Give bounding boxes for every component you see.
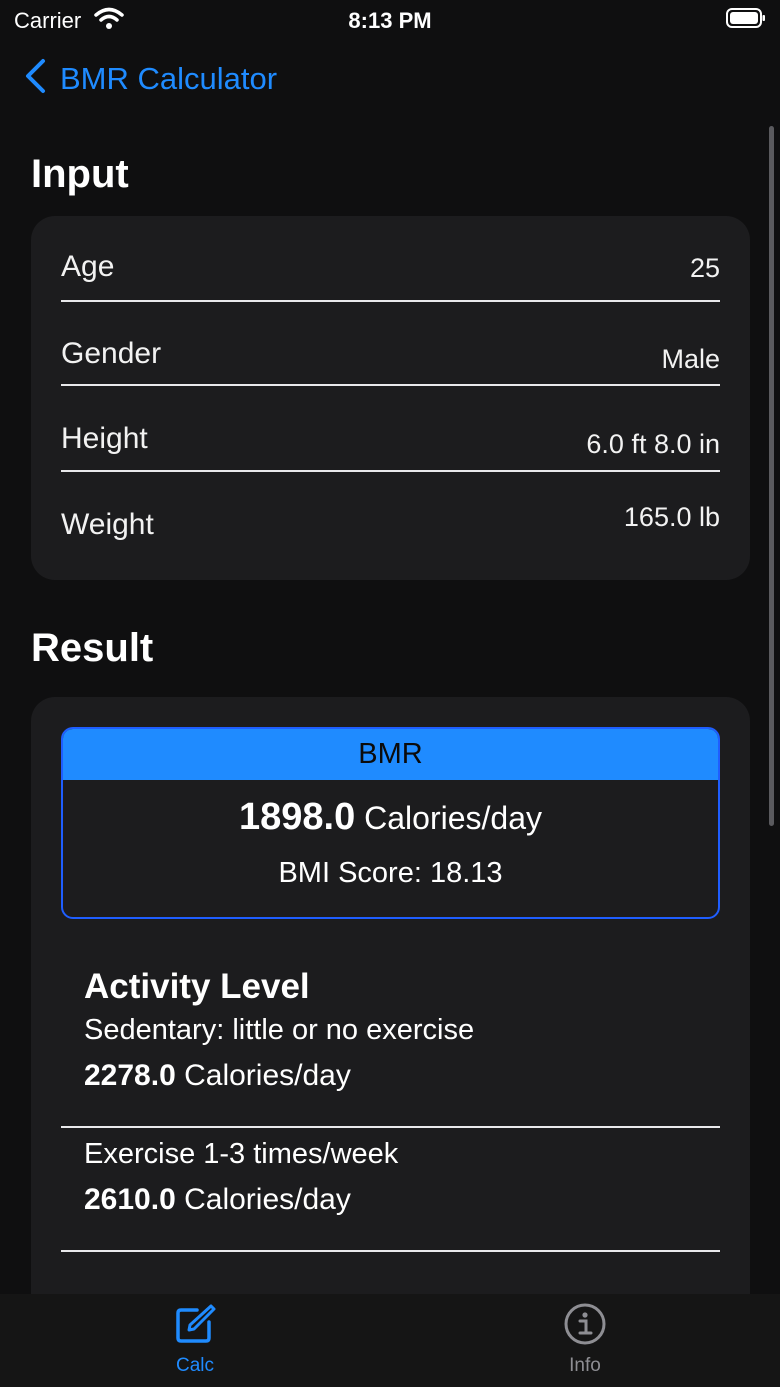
activity-item: Exercise 1-3 times/week 2610.0 Calories/… [61,1128,720,1252]
tab-calc[interactable]: Calc [135,1302,255,1377]
activity-value-line: 2278.0 Calories/day [84,1059,351,1093]
result-section-title: Result [31,626,154,670]
input-card: Age 25 Gender Male Height 6.0 ft 8.0 in … [31,216,750,580]
gender-row[interactable]: Gender Male [61,302,720,386]
age-label: Age [61,250,115,283]
battery-icon [726,8,766,28]
age-value: 25 [689,253,720,283]
gender-label: Gender [61,337,162,370]
chevron-left-icon [24,58,46,99]
tab-bar: Calc Info [0,1294,780,1387]
tab-info[interactable]: Info [525,1302,645,1377]
clock: 8:13 PM [348,8,432,33]
weight-value: 165.0 lb [623,502,720,532]
info-icon [563,1303,607,1350]
activity-label: Exercise 1-3 times/week [84,1138,399,1170]
age-row[interactable]: Age 25 [61,216,720,302]
activity-level-title: Activity Level [84,967,310,1006]
weight-label: Weight [61,508,154,541]
bmr-value-line: 1898.0 Calories/day [63,796,718,839]
bmr-header: BMR [63,729,718,780]
height-row[interactable]: Height 6.0 ft 8.0 in [61,386,720,472]
activity-unit: Calories/day [184,1059,351,1092]
input-section-title: Input [31,152,129,196]
activity-value-line: 2610.0 Calories/day [84,1183,351,1217]
activity-label: Sedentary: little or no exercise [84,1014,475,1046]
height-label: Height [61,422,148,455]
activity-item: Sedentary: little or no exercise 2278.0 … [61,1004,720,1128]
back-button-label: BMR Calculator [60,60,278,96]
bmr-box: BMR 1898.0 Calories/day BMI Score: 18.13 [61,727,720,919]
status-bar: Carrier 8:13 PM [0,0,780,44]
gender-value: Male [661,344,720,374]
height-value: 6.0 ft 8.0 in [586,429,720,459]
bmr-unit: Calories/day [364,800,542,836]
weight-row[interactable]: Weight 165.0 lb [61,472,720,572]
bmr-value: 1898.0 [239,796,356,838]
back-button[interactable]: BMR Calculator [24,58,277,99]
compose-icon [173,1304,217,1350]
result-card: BMR 1898.0 Calories/day BMI Score: 18.13… [31,697,750,1337]
scroll-indicator[interactable] [769,126,774,826]
activity-unit: Calories/day [184,1183,351,1216]
bmi-score: BMI Score: 18.13 [278,857,503,889]
activity-value: 2278.0 [84,1059,176,1092]
activity-value: 2610.0 [84,1183,176,1216]
tab-calc-label: Calc [175,1355,214,1376]
tab-info-label: Info [569,1355,601,1376]
navigation-bar: BMR Calculator [0,52,780,108]
